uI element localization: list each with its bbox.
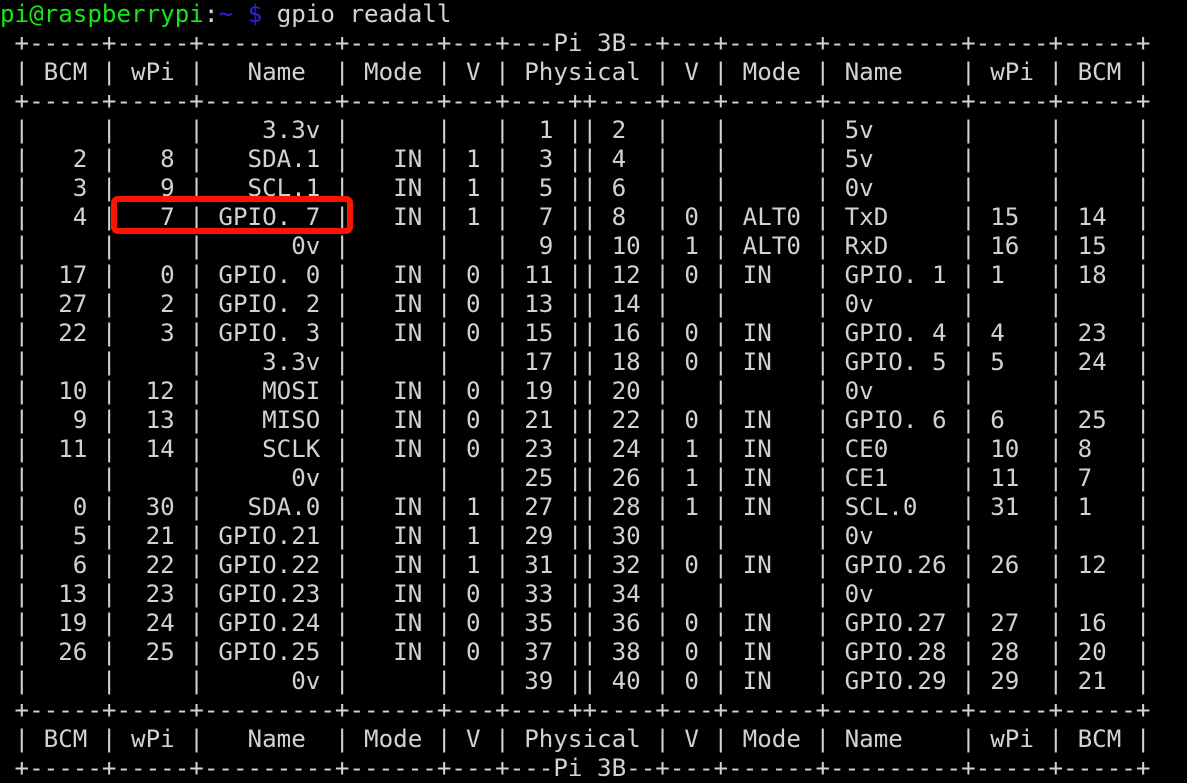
terminal-window[interactable]: pi@raspberrypi:~ $ gpio readall +-----+-… [0, 0, 1187, 782]
table-line: | 6 | 22 | GPIO.22 | IN | 1 | 31 || 32 |… [0, 551, 1151, 579]
table-line: | 27 | 2 | GPIO. 2 | IN | 0 | 13 || 14 |… [0, 290, 1151, 318]
table-line: | | | 0v | | | 9 || 10 | 1 | ALT0 | RxD … [0, 232, 1151, 260]
table-line: | 9 | 13 | MISO | IN | 0 | 21 || 22 | 0 … [0, 406, 1151, 434]
table-line: +-----+-----+---------+------+---+---Pi … [0, 29, 1151, 57]
table-line: +-----+-----+---------+------+---+----++… [0, 696, 1151, 724]
table-line: +-----+-----+---------+------+---+---Pi … [0, 754, 1151, 782]
table-line: | | | 3.3v | | | 17 || 18 | 0 | IN | GPI… [0, 348, 1151, 376]
table-line: | 26 | 25 | GPIO.25 | IN | 0 | 37 || 38 … [0, 638, 1151, 666]
table-line: | 19 | 24 | GPIO.24 | IN | 0 | 35 || 36 … [0, 609, 1151, 637]
command-text: gpio readall [276, 0, 452, 28]
prompt-space1 [233, 0, 248, 28]
table-line: | 13 | 23 | GPIO.23 | IN | 0 | 33 || 34 … [0, 580, 1151, 608]
table-line: | 17 | 0 | GPIO. 0 | IN | 0 | 11 || 12 |… [0, 261, 1151, 289]
table-line: | 11 | 14 | SCLK | IN | 0 | 23 || 24 | 1… [0, 435, 1151, 463]
table-line: | 5 | 21 | GPIO.21 | IN | 1 | 29 || 30 |… [0, 522, 1151, 550]
table-line: | | | 0v | | | 25 || 26 | 1 | IN | CE1 |… [0, 464, 1151, 492]
prompt-cwd: ~ [218, 0, 233, 28]
gpio-readall-table: +-----+-----+---------+------+---+---Pi … [0, 29, 1187, 783]
shell-prompt-line: pi@raspberrypi:~ $ gpio readall [0, 0, 1187, 29]
table-line: | BCM | wPi | Name | Mode | V | Physical… [0, 725, 1151, 753]
prompt-user-host: pi@raspberrypi [0, 0, 204, 28]
table-line: | BCM | wPi | Name | Mode | V | Physical… [0, 58, 1151, 86]
table-line: | | | 0v | | | 39 || 40 | 0 | IN | GPIO.… [0, 667, 1151, 695]
table-line: | 0 | 30 | SDA.0 | IN | 1 | 27 || 28 | 1… [0, 493, 1151, 521]
table-line: | 22 | 3 | GPIO. 3 | IN | 0 | 15 || 16 |… [0, 319, 1151, 347]
table-line: | 3 | 9 | SCL.1 | IN | 1 | 5 || 6 | | | … [0, 174, 1151, 202]
table-line: +-----+-----+---------+------+---+----++… [0, 87, 1151, 115]
table-line: | 10 | 12 | MOSI | IN | 0 | 19 || 20 | |… [0, 377, 1151, 405]
prompt-space2 [262, 0, 277, 28]
prompt-sigil: $ [247, 0, 263, 28]
prompt-colon: : [203, 0, 219, 28]
table-line: | 2 | 8 | SDA.1 | IN | 1 | 3 || 4 | | | … [0, 145, 1151, 173]
table-line: | | | 3.3v | | | 1 || 2 | | | 5v | | | [0, 116, 1151, 144]
table-line: | 4 | 7 | GPIO. 7 | IN | 1 | 7 || 8 | 0 … [0, 203, 1151, 231]
